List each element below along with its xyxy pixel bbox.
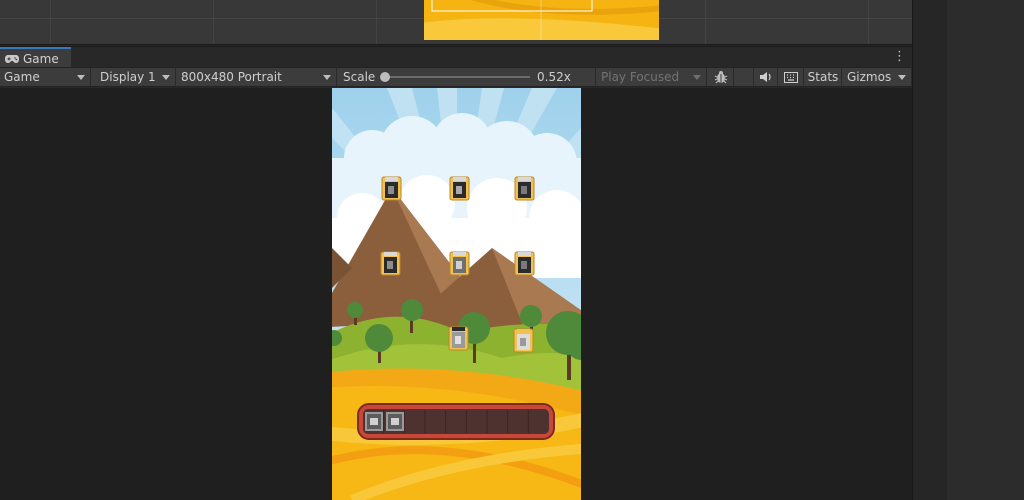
scale-slider-track[interactable] (384, 76, 530, 78)
display-mode-label: Game (4, 70, 40, 84)
scene-view-strip[interactable] (0, 0, 912, 45)
resolution-dropdown[interactable]: 800x480 Portrait (177, 68, 337, 86)
scene-game-preview (424, 0, 659, 40)
tray-tile (386, 412, 404, 431)
collection-tray (357, 403, 555, 440)
unity-editor-window: Game ⋮ Game Display 1 800x480 Portrait S… (0, 0, 1024, 500)
kebab-menu-icon[interactable]: ⋮ (893, 49, 906, 65)
tile (380, 251, 401, 276)
tile (448, 326, 469, 351)
tile (514, 251, 535, 276)
play-mode-dropdown[interactable]: Play Focused (597, 68, 707, 86)
chevron-down-icon (323, 75, 331, 80)
scale-control: Scale 0.52x (338, 68, 596, 86)
resolution-label: 800x480 Portrait (181, 70, 282, 84)
scale-slider-thumb[interactable] (380, 72, 390, 82)
scale-label: Scale (343, 70, 376, 84)
chevron-down-icon (693, 75, 701, 80)
tile (381, 176, 402, 201)
display-label: Display 1 (100, 70, 156, 84)
tile (449, 251, 470, 276)
tray-tile (365, 412, 383, 431)
game-scene (332, 88, 581, 500)
tile (513, 328, 534, 353)
gizmos-dropdown[interactable]: Gizmos (843, 68, 912, 86)
tab-game-label: Game (23, 51, 59, 66)
scale-value: 0.52x (537, 70, 571, 84)
display-mode-dropdown[interactable]: Game (0, 68, 91, 86)
game-canvas[interactable] (332, 88, 581, 500)
right-dock-panel (912, 0, 1024, 500)
chevron-down-icon (162, 75, 170, 80)
bug-icon[interactable] (708, 68, 734, 86)
tile (514, 176, 535, 201)
display-dropdown[interactable]: Display 1 (92, 68, 176, 86)
tab-game[interactable]: Game (0, 47, 71, 68)
play-mode-label: Play Focused (601, 70, 680, 84)
game-toolbar: Game Display 1 800x480 Portrait Scale 0.… (0, 67, 912, 87)
tile (449, 176, 470, 201)
stats-label: Stats (807, 70, 839, 84)
game-viewport[interactable] (0, 88, 912, 500)
stats-button[interactable]: Stats (805, 68, 842, 86)
keyboard-icon[interactable] (779, 68, 804, 86)
tab-bar: Game ⋮ (0, 46, 912, 68)
chevron-down-icon (898, 75, 906, 80)
chevron-down-icon (77, 75, 85, 80)
speaker-icon[interactable] (753, 68, 778, 86)
gamepad-icon (5, 49, 19, 68)
gizmos-label: Gizmos (847, 70, 892, 84)
